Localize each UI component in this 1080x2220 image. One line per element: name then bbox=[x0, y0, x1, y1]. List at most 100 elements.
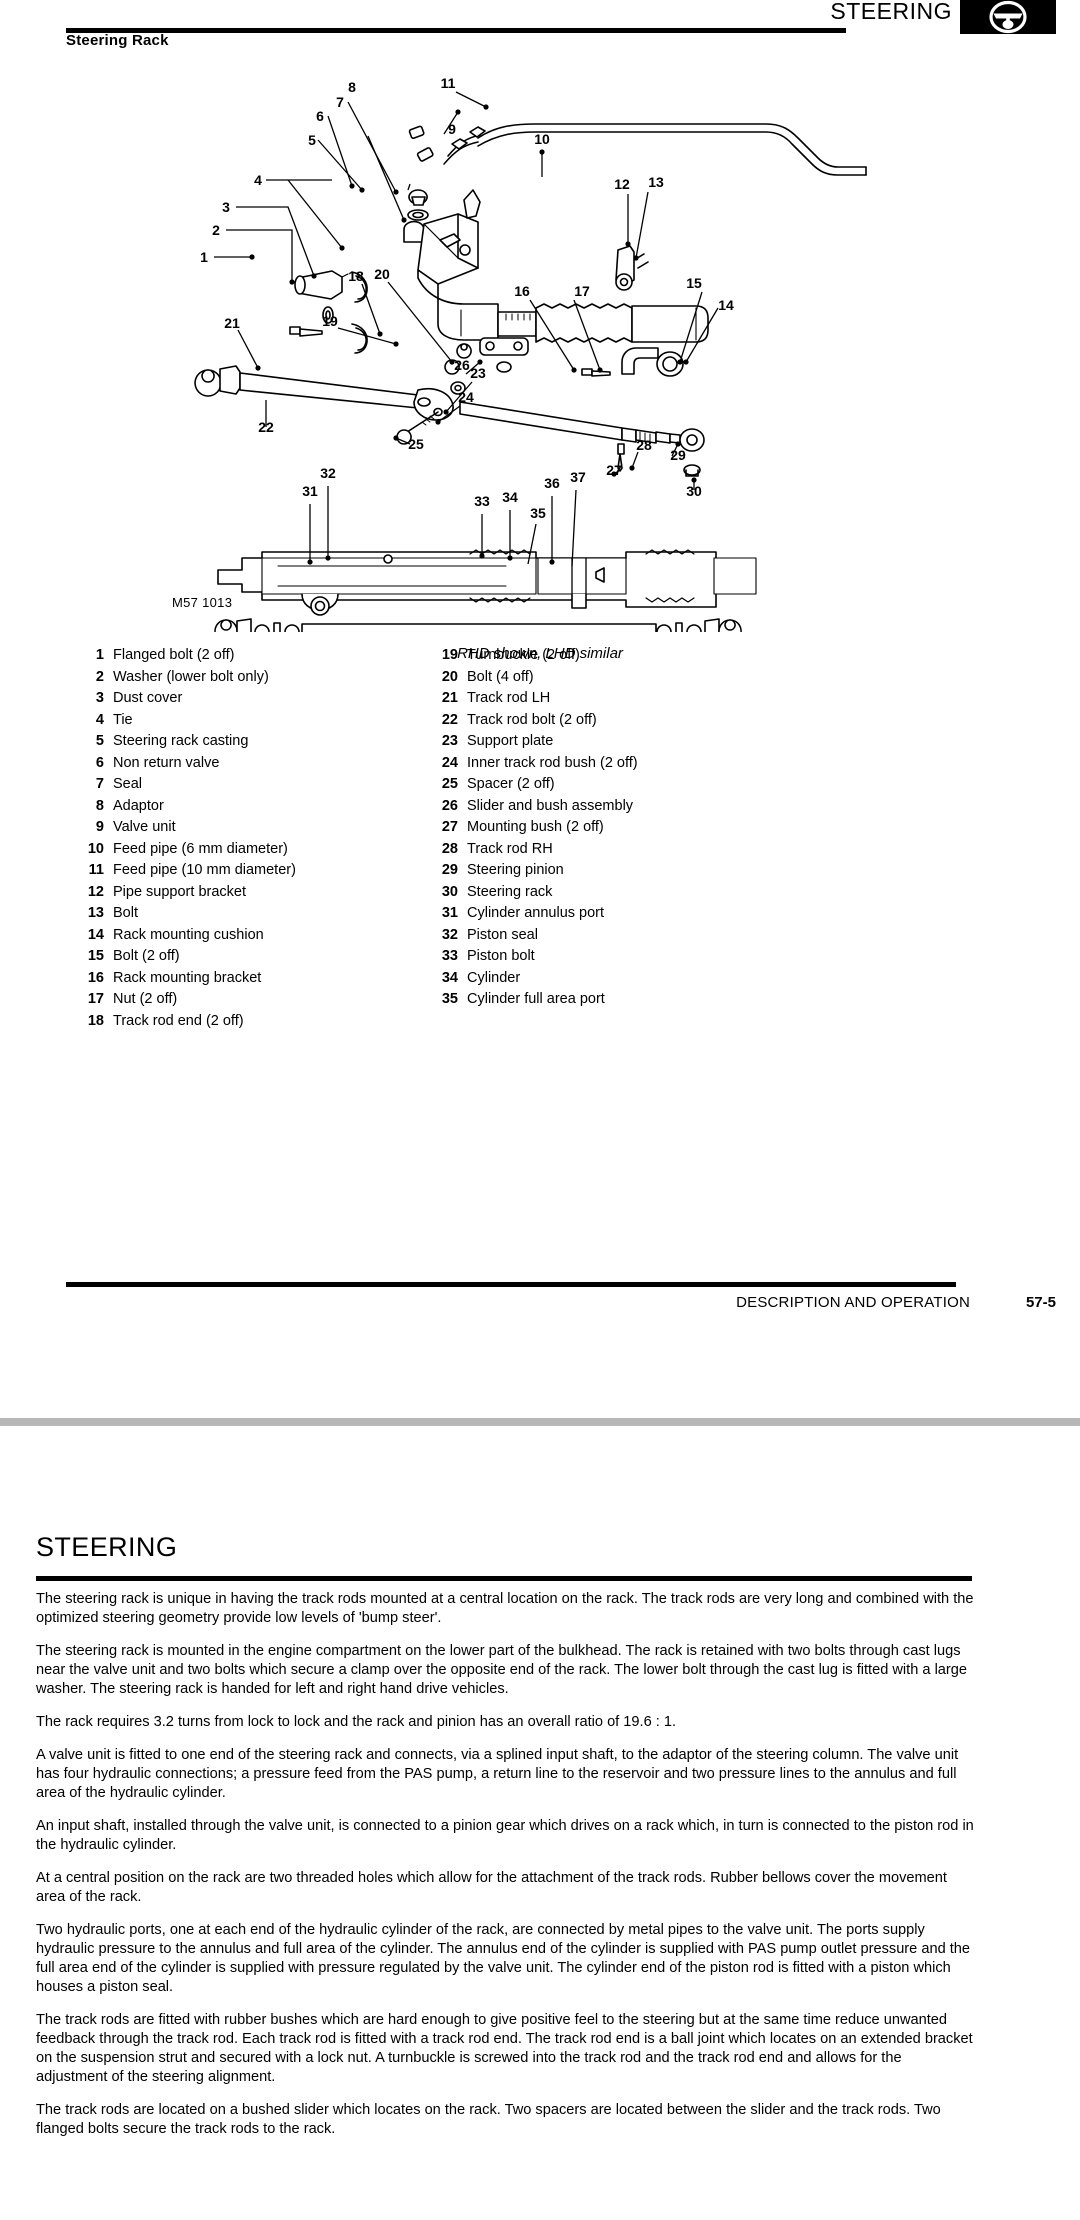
callout-31: 31 bbox=[302, 483, 318, 499]
callout-17: 17 bbox=[574, 283, 590, 299]
part-label: Inner track rod bush (2 off) bbox=[467, 754, 638, 771]
part-item: 5 Steering rack casting bbox=[78, 731, 296, 753]
callout-11: 11 bbox=[441, 75, 456, 91]
paragraph: An input shaft, installed through the va… bbox=[36, 1818, 974, 1853]
callout-13: 13 bbox=[648, 174, 664, 190]
page-separator-fill bbox=[0, 1426, 1080, 1464]
page-one: STEERING Steering Rack 1 2 3 4 5 6 7 8 9… bbox=[0, 0, 1080, 1420]
part-number: 2 bbox=[95, 668, 104, 685]
page-separator bbox=[0, 1418, 1080, 1426]
part-number: 10 bbox=[87, 840, 104, 857]
part-item: 18 Track rod end (2 off) bbox=[78, 1011, 296, 1033]
steering-rack-exploded-diagram: 1 2 3 4 5 6 7 8 9 10 11 12 13 14 15 16 1… bbox=[66, 72, 1016, 632]
part-label: Cylinder annulus port bbox=[467, 905, 605, 921]
page-two: STEERING The steering rack is unique in … bbox=[0, 1464, 1080, 2220]
part-item: 10 Feed pipe (6 mm diameter) bbox=[78, 839, 296, 861]
part-item: 32 Piston seal bbox=[432, 925, 638, 947]
part-number: 27 bbox=[441, 819, 458, 835]
callout-3: 3 bbox=[222, 199, 230, 215]
part-label: Flanged bolt (2 off) bbox=[113, 647, 235, 663]
part-number: 6 bbox=[95, 754, 104, 771]
part-item: 22 Track rod bolt (2 off) bbox=[432, 710, 638, 732]
part-label: Cylinder bbox=[467, 969, 521, 986]
part-item: 9 Valve unit bbox=[78, 817, 296, 839]
page-title-rule bbox=[36, 1576, 972, 1581]
part-number: 5 bbox=[95, 733, 104, 749]
part-label: Bolt (4 off) bbox=[467, 668, 534, 685]
part-number: 23 bbox=[441, 733, 458, 749]
part-label: Steering rack casting bbox=[113, 733, 249, 749]
part-item: 30 Steering rack bbox=[432, 882, 638, 904]
part-label: Seal bbox=[113, 776, 143, 792]
part-label: Valve unit bbox=[113, 819, 176, 835]
callout-14: 14 bbox=[718, 297, 734, 313]
part-item: 14 Rack mounting cushion bbox=[78, 925, 296, 947]
part-number: 13 bbox=[87, 905, 104, 921]
part-label: Support plate bbox=[467, 733, 554, 749]
part-label: Spacer (2 off) bbox=[467, 776, 555, 792]
part-item: 34 Cylinder bbox=[432, 968, 638, 990]
drawing-number: M57 1013 bbox=[172, 595, 233, 610]
callout-25: 25 bbox=[408, 436, 424, 452]
callout-7: 7 bbox=[336, 94, 344, 110]
callout-9: 9 bbox=[448, 121, 456, 137]
part-label: Washer (lower bolt only) bbox=[113, 668, 269, 685]
part-item: 35 Cylinder full area port bbox=[432, 989, 638, 1011]
part-number: 4 bbox=[95, 711, 104, 728]
part-label: Rack mounting bracket bbox=[113, 969, 262, 986]
callout-5: 5 bbox=[308, 132, 316, 148]
callout-18: 18 bbox=[348, 268, 364, 284]
part-number: 16 bbox=[87, 969, 104, 986]
part-item: 27 Mounting bush (2 off) bbox=[432, 817, 638, 839]
part-number: 35 bbox=[441, 991, 458, 1007]
callout-22: 22 bbox=[258, 419, 274, 435]
part-label: Turnbuckle (2 off) bbox=[467, 647, 580, 663]
callout-36: 36 bbox=[544, 475, 560, 491]
callout-34: 34 bbox=[502, 489, 518, 505]
part-label: Tie bbox=[113, 711, 133, 728]
part-item: 16 Rack mounting bracket bbox=[78, 968, 296, 990]
paragraph: A valve unit is fitted to one end of the… bbox=[36, 1747, 959, 1801]
part-label: Piston bolt bbox=[467, 948, 535, 964]
part-item: 15 Bolt (2 off) bbox=[78, 946, 296, 968]
part-label: Track rod end (2 off) bbox=[113, 1012, 244, 1029]
callout-2: 2 bbox=[212, 222, 220, 238]
part-number: 24 bbox=[441, 754, 458, 771]
part-number: 11 bbox=[88, 862, 104, 878]
section-title: Steering Rack bbox=[66, 32, 169, 49]
header-title: STEERING bbox=[830, 0, 952, 24]
part-label: Pipe support bracket bbox=[113, 883, 246, 900]
part-item: 26 Slider and bush assembly bbox=[432, 796, 638, 818]
part-item: 3 Dust cover bbox=[78, 688, 296, 710]
part-number: 12 bbox=[87, 883, 104, 900]
part-number: 21 bbox=[441, 690, 458, 706]
callout-32: 32 bbox=[320, 465, 336, 481]
part-number: 19 bbox=[441, 647, 458, 663]
part-label: Steering pinion bbox=[467, 862, 564, 878]
part-number: 30 bbox=[441, 883, 458, 900]
part-label: Nut (2 off) bbox=[113, 991, 178, 1007]
callout-16: 16 bbox=[514, 283, 530, 299]
part-number: 20 bbox=[441, 668, 458, 685]
callout-23: 23 bbox=[470, 365, 486, 381]
part-label: Rack mounting cushion bbox=[113, 926, 264, 943]
callout-4: 4 bbox=[254, 172, 262, 188]
part-item: 20 Bolt (4 off) bbox=[432, 667, 638, 689]
body-text: The steering rack is unique in having th… bbox=[36, 1590, 976, 2153]
part-label: Track rod bolt (2 off) bbox=[467, 711, 597, 728]
part-label: Track rod LH bbox=[467, 690, 551, 706]
paragraph: The steering rack is mounted in the engi… bbox=[36, 1643, 968, 1697]
part-label: Feed pipe (10 mm diameter) bbox=[113, 862, 296, 878]
part-item: 23 Support plate bbox=[432, 731, 638, 753]
part-item: 11 Feed pipe (10 mm diameter) bbox=[78, 860, 296, 882]
parts-list-right-column: 19 Turnbuckle (2 off) 20 Bolt (4 off) 21 Tr… bbox=[432, 645, 638, 1011]
part-number: 15 bbox=[87, 948, 104, 964]
part-number: 18 bbox=[87, 1012, 104, 1029]
page-footer: DESCRIPTION AND OPERATION 57-5 bbox=[0, 1294, 1080, 1320]
part-item: 6 Non return valve bbox=[78, 753, 296, 775]
callout-10: 10 bbox=[534, 131, 550, 147]
paragraph: The track rods are fitted with rubber bu… bbox=[36, 2012, 973, 2085]
callout-19: 19 bbox=[322, 313, 338, 329]
callout-20: 20 bbox=[374, 266, 390, 282]
part-label: Track rod RH bbox=[467, 840, 553, 857]
